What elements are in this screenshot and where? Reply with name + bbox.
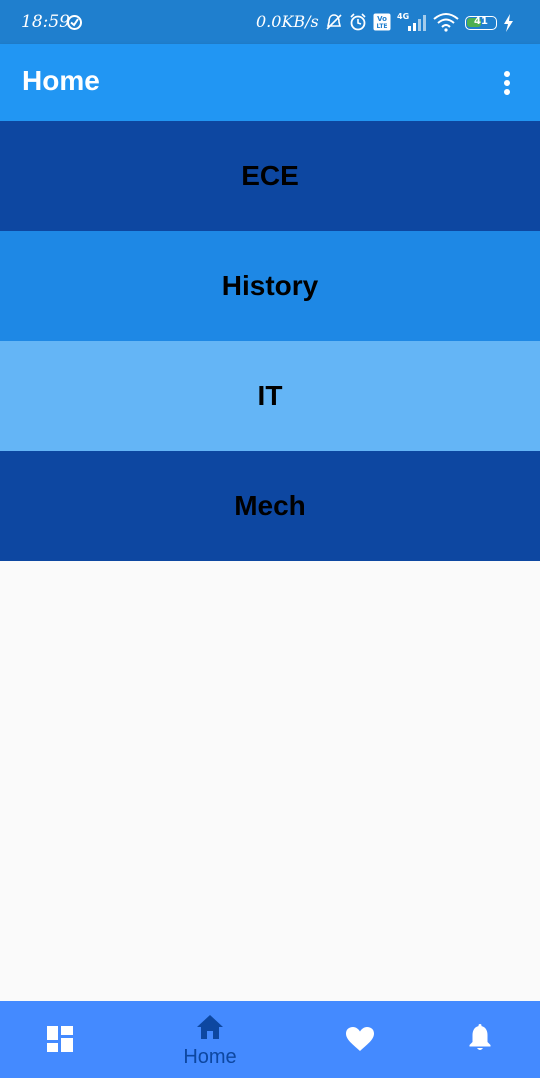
app-bar: Home	[0, 44, 540, 121]
department-label: IT	[257, 380, 283, 411]
nav-home-label: Home	[183, 1046, 237, 1068]
department-item-it[interactable]: IT	[0, 341, 540, 451]
department-item-history[interactable]: History	[0, 231, 540, 341]
alarm-icon	[350, 13, 366, 31]
svg-text:Vo: Vo	[377, 15, 387, 23]
department-label: Mech	[234, 490, 306, 521]
department-label: History	[221, 270, 319, 301]
nav-home[interactable]: Home	[160, 1001, 260, 1078]
svg-text:LTE: LTE	[376, 23, 387, 30]
heart-icon	[346, 1027, 374, 1051]
page-title: Home	[22, 65, 100, 96]
cell-signal-icon	[408, 15, 426, 31]
more-vert-icon[interactable]	[496, 68, 518, 98]
volte-icon: Vo LTE	[373, 13, 391, 31]
department-label: ECE	[241, 160, 299, 191]
home-icon	[197, 1015, 223, 1039]
dashboard-icon	[47, 1026, 73, 1052]
nav-notifications[interactable]	[430, 1001, 530, 1078]
battery-icon: 41	[465, 16, 497, 30]
data-saver-icon	[67, 15, 82, 30]
department-item-ece[interactable]: ECE	[0, 121, 540, 231]
nav-dashboard[interactable]	[10, 1001, 110, 1078]
department-list: ECE History IT Mech	[0, 121, 540, 561]
battery-level: 41	[474, 16, 488, 27]
wifi-icon	[433, 13, 459, 32]
network-speed: 0.0KB/s	[256, 12, 319, 31]
bottom-navigation: Home	[0, 1001, 540, 1078]
bell-icon	[469, 1024, 491, 1050]
charging-icon	[504, 14, 513, 32]
muted-bell-icon	[326, 14, 342, 30]
department-item-mech[interactable]: Mech	[0, 451, 540, 561]
nav-favorites[interactable]	[310, 1001, 410, 1078]
status-bar: 18:59 0.0KB/s Vo LTE 4G 41	[0, 0, 540, 44]
status-time: 18:59	[21, 12, 70, 32]
